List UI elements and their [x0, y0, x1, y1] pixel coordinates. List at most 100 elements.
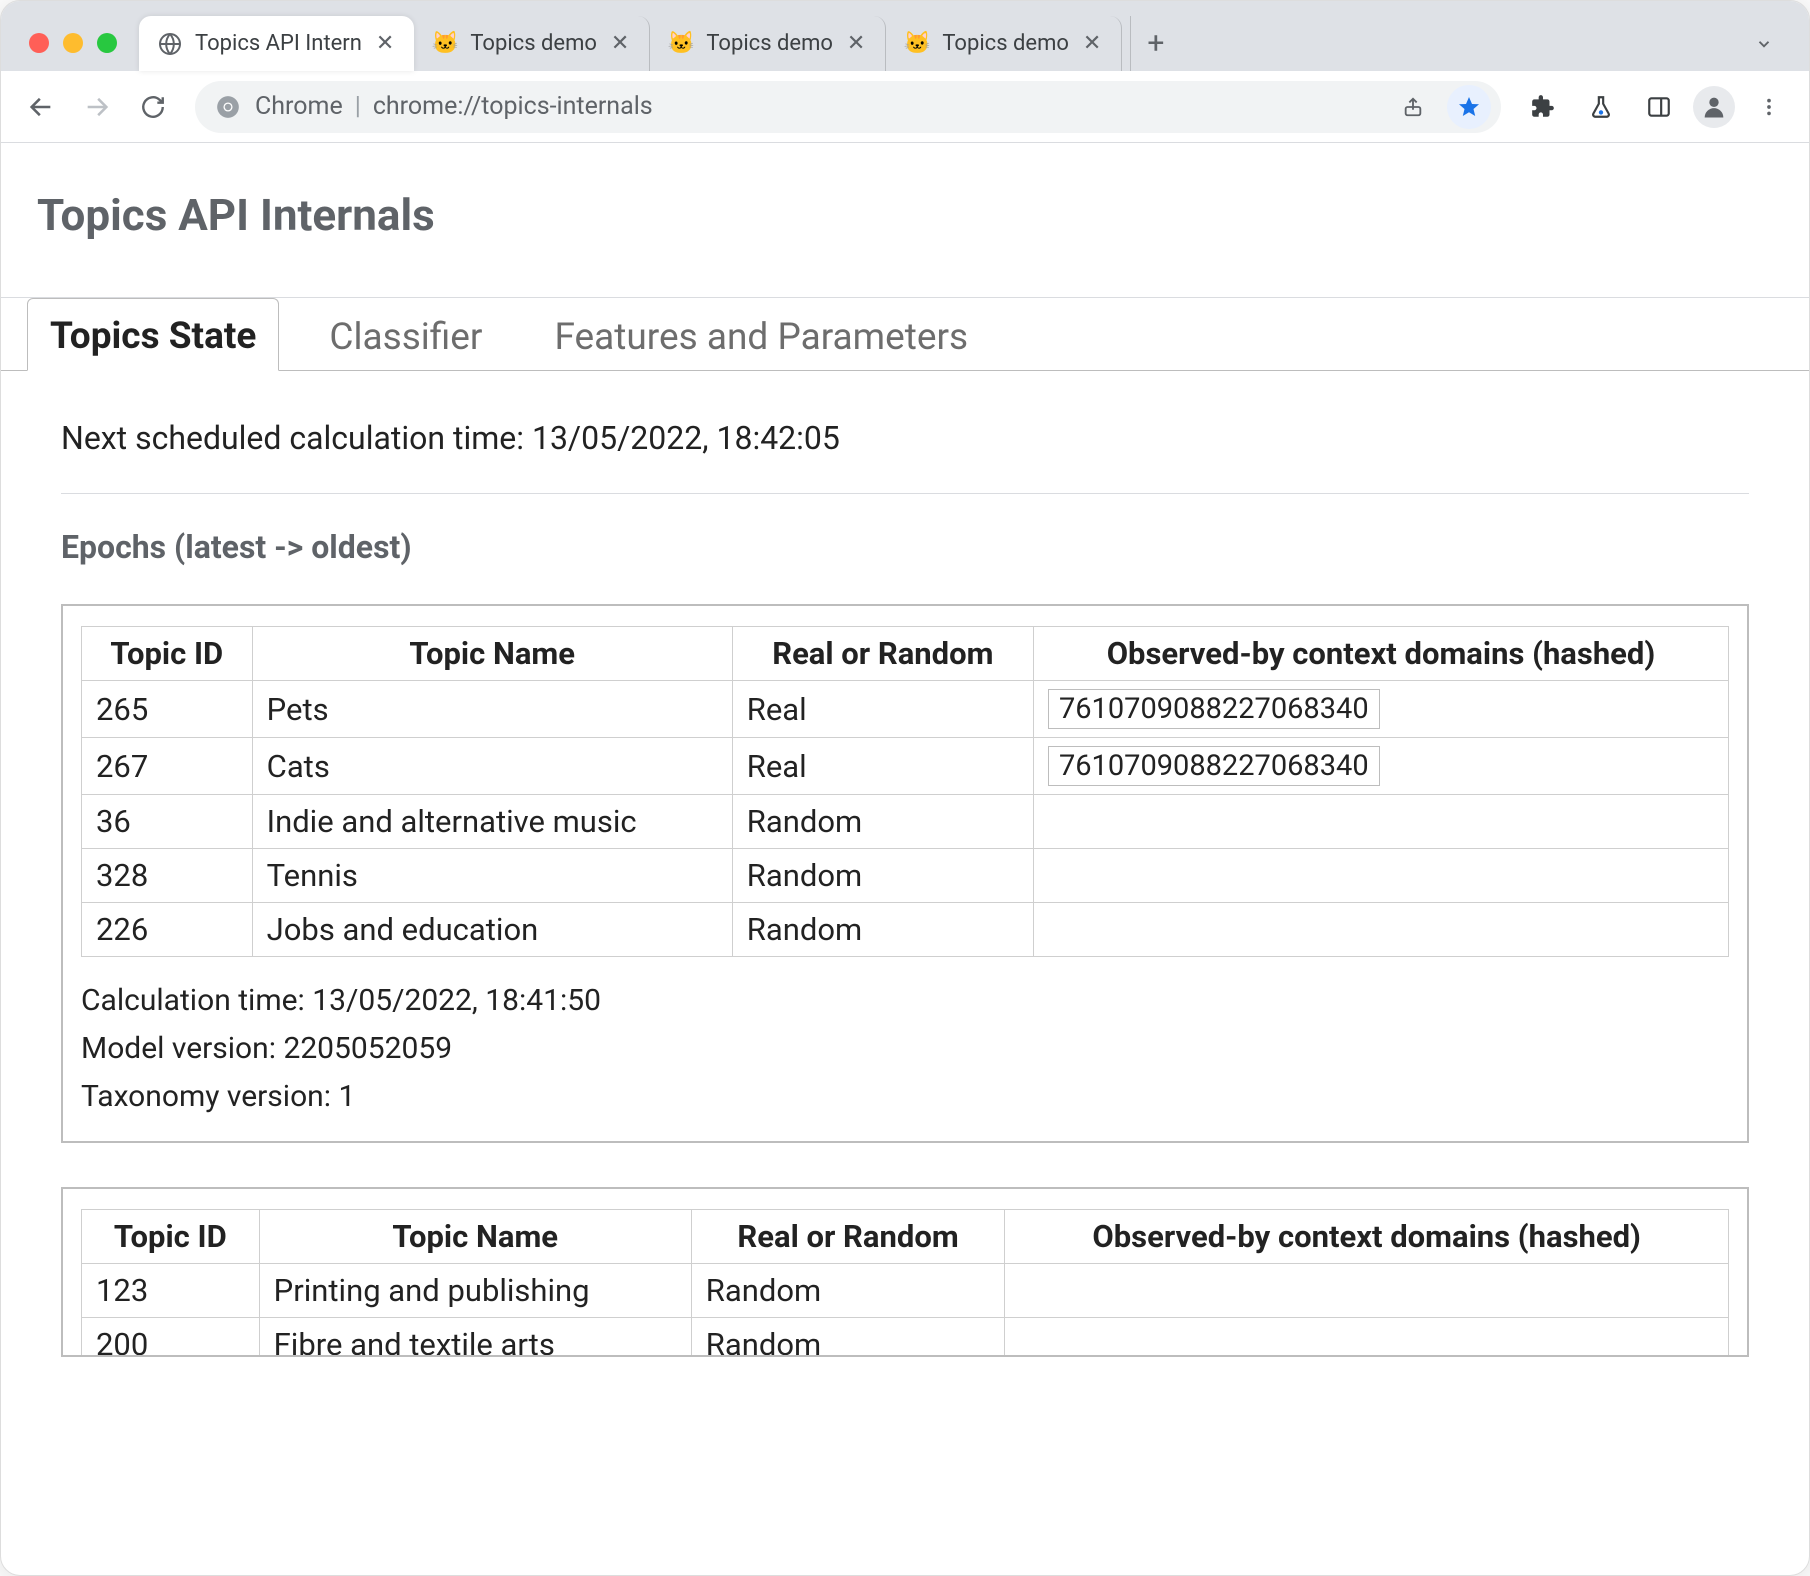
cell-real-random: Random	[732, 849, 1033, 903]
cell-topic-name: Jobs and education	[252, 903, 732, 957]
menu-button[interactable]	[1745, 83, 1793, 131]
share-icon	[1402, 96, 1424, 118]
browser-tab[interactable]: 🐱 Topics demo ✕	[650, 16, 886, 71]
page-title: Topics API Internals	[1, 143, 1809, 297]
tabs-overflow-button[interactable]	[1739, 16, 1789, 71]
taxonomy-version-line: Taxonomy version: 1	[81, 1073, 1729, 1121]
divider	[61, 493, 1749, 494]
forward-button[interactable]	[73, 83, 121, 131]
browser-tab-title: Topics demo	[942, 31, 1069, 56]
close-icon[interactable]: ✕	[374, 31, 396, 56]
labs-button[interactable]	[1577, 83, 1625, 131]
next-calc-label: Next scheduled calculation time:	[61, 419, 532, 457]
flask-icon	[1588, 94, 1614, 120]
reload-button[interactable]	[129, 83, 177, 131]
cell-topic-name: Printing and publishing	[259, 1264, 691, 1318]
arrow-left-icon	[27, 93, 55, 121]
hash-chip: 7610709088227068340	[1048, 689, 1380, 729]
puzzle-icon	[1530, 94, 1556, 120]
table-row: 265 Pets Real 7610709088227068340	[82, 681, 1729, 738]
window-close-button[interactable]	[29, 33, 49, 53]
browser-tabs: Topics API Intern ✕ 🐱 Topics demo ✕ 🐱 To…	[139, 1, 1739, 71]
cell-topic-id: 265	[82, 681, 253, 738]
share-button[interactable]	[1391, 85, 1435, 129]
window-minimize-button[interactable]	[63, 33, 83, 53]
cell-real-random: Random	[691, 1264, 1005, 1318]
sidepanel-button[interactable]	[1635, 83, 1683, 131]
hash-chip: 7610709088227068340	[1048, 746, 1380, 786]
toolbar: Chrome | chrome://topics-internals	[1, 71, 1809, 143]
cell-topic-name: Indie and alternative music	[252, 795, 732, 849]
cell-topic-id: 200	[82, 1318, 260, 1358]
col-real-random: Real or Random	[691, 1210, 1005, 1264]
browser-window: Topics API Intern ✕ 🐱 Topics demo ✕ 🐱 To…	[0, 0, 1810, 1576]
cell-topic-name: Tennis	[252, 849, 732, 903]
cell-topic-id: 226	[82, 903, 253, 957]
url-text: chrome://topics-internals	[373, 92, 653, 121]
col-topic-id: Topic ID	[82, 1210, 260, 1264]
browser-tab[interactable]: Topics API Intern ✕	[139, 16, 414, 71]
bookmark-button[interactable]	[1447, 85, 1491, 129]
epoch-table: Topic ID Topic Name Real or Random Obser…	[81, 626, 1729, 957]
person-icon	[1700, 93, 1728, 121]
next-calc-value: 13/05/2022, 18:42:05	[532, 419, 840, 457]
address-bar[interactable]: Chrome | chrome://topics-internals	[195, 81, 1501, 133]
cell-topic-id: 36	[82, 795, 253, 849]
col-observed-domains: Observed-by context domains (hashed)	[1033, 627, 1728, 681]
tabbar-container: Topics State Classifier Features and Par…	[1, 297, 1809, 1357]
cell-hashed	[1005, 1318, 1729, 1358]
col-real-random: Real or Random	[732, 627, 1033, 681]
browser-tab-title: Topics API Intern	[195, 31, 362, 56]
close-icon[interactable]: ✕	[845, 31, 867, 56]
table-row: 267 Cats Real 7610709088227068340	[82, 738, 1729, 795]
kebab-icon	[1758, 96, 1780, 118]
cell-topic-name: Cats	[252, 738, 732, 795]
col-topic-name: Topic Name	[252, 627, 732, 681]
taxonomy-version-value: 1	[338, 1079, 355, 1114]
calc-time-label: Calculation time:	[81, 983, 312, 1018]
cell-real-random: Real	[732, 681, 1033, 738]
tab-classifier[interactable]: Classifier	[307, 300, 504, 371]
cat-icon: 🐱	[904, 31, 930, 57]
browser-tab-title: Topics demo	[470, 31, 597, 56]
close-icon[interactable]: ✕	[1081, 31, 1103, 56]
tab-strip: Topics API Intern ✕ 🐱 Topics demo ✕ 🐱 To…	[1, 1, 1809, 71]
tab-features-parameters[interactable]: Features and Parameters	[532, 300, 990, 371]
cell-topic-id: 123	[82, 1264, 260, 1318]
reload-icon	[140, 94, 166, 120]
close-icon[interactable]: ✕	[609, 31, 631, 56]
tab-content: Next scheduled calculation time: 13/05/2…	[1, 371, 1809, 1357]
calc-time-value: 13/05/2022, 18:41:50	[312, 983, 601, 1018]
omnibox-separator: |	[355, 92, 361, 121]
cell-topic-name: Pets	[252, 681, 732, 738]
chevron-down-icon	[1755, 35, 1773, 53]
cat-icon: 🐱	[668, 31, 694, 57]
site-info-button[interactable]: Chrome	[215, 92, 343, 121]
table-row: 328 Tennis Random	[82, 849, 1729, 903]
star-icon	[1457, 95, 1481, 119]
globe-icon	[157, 31, 183, 57]
page-tabs: Topics State Classifier Features and Par…	[1, 297, 1809, 371]
window-maximize-button[interactable]	[97, 33, 117, 53]
extensions-button[interactable]	[1519, 83, 1567, 131]
cell-hashed	[1005, 1264, 1729, 1318]
browser-tab[interactable]: 🐱 Topics demo ✕	[886, 16, 1122, 71]
tab-topics-state[interactable]: Topics State	[27, 298, 279, 371]
cell-real-random: Random	[691, 1318, 1005, 1358]
arrow-right-icon	[83, 93, 111, 121]
cell-real-random: Random	[732, 903, 1033, 957]
back-button[interactable]	[17, 83, 65, 131]
cell-real-random: Real	[732, 738, 1033, 795]
cell-topic-id: 267	[82, 738, 253, 795]
new-tab-button[interactable]: +	[1130, 16, 1180, 71]
app-label: Chrome	[255, 92, 343, 121]
cell-hashed: 7610709088227068340	[1033, 681, 1728, 738]
next-calculation-line: Next scheduled calculation time: 13/05/2…	[61, 401, 1749, 493]
model-version-value: 2205052059	[283, 1031, 452, 1066]
cell-hashed	[1033, 795, 1728, 849]
profile-button[interactable]	[1693, 86, 1735, 128]
browser-tab[interactable]: 🐱 Topics demo ✕	[414, 16, 650, 71]
cell-real-random: Random	[732, 795, 1033, 849]
table-header-row: Topic ID Topic Name Real or Random Obser…	[82, 627, 1729, 681]
table-row: 200 Fibre and textile arts Random	[82, 1318, 1729, 1358]
